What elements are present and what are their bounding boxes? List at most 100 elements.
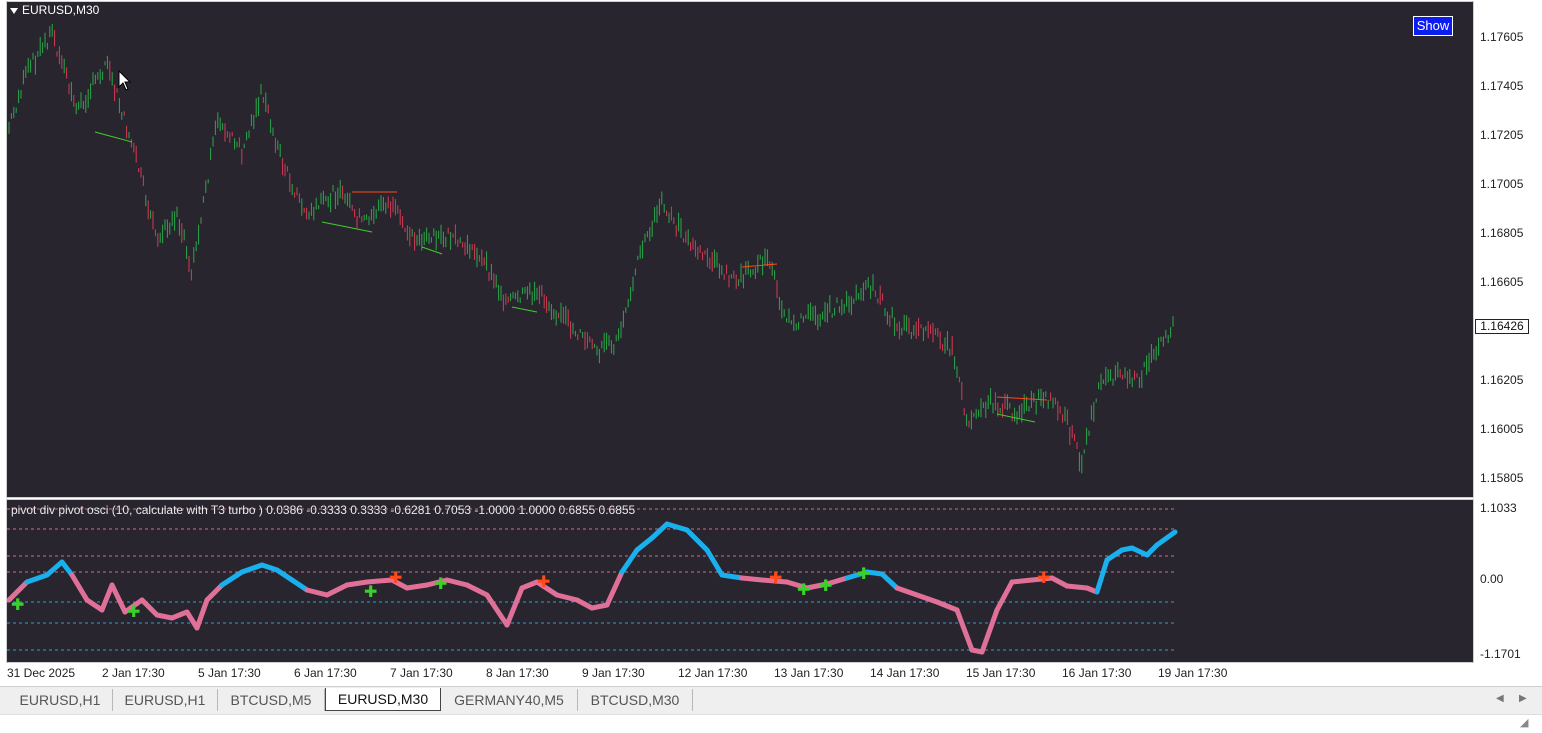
time-axis-label: 31 Dec 2025 (7, 666, 76, 680)
price-axis-label: 1.16005 (1480, 422, 1524, 436)
time-axis-label: 5 Jan 17:30 (198, 666, 261, 680)
oscillator-segment (684, 527, 710, 553)
oscillator-segment (139, 597, 160, 618)
signal-arrow-icon: ✚ (537, 572, 550, 591)
oscillator-segment (219, 569, 245, 588)
time-axis-label: 13 Jan 17:30 (774, 666, 844, 680)
tab-eurusd-m30[interactable]: EURUSD,M30 (325, 688, 441, 711)
oscillator-segment (704, 547, 725, 578)
oscillator-segment (99, 582, 115, 613)
oscillator-segment (994, 579, 1015, 613)
current-price-label: 1.16426 (1475, 319, 1529, 334)
indicator-label: pivot div pivot osci (10, calculate with… (11, 503, 636, 517)
oscillator-segment (484, 592, 510, 628)
oscillator-canvas: ✚ ✚ ✚ ✚ ✚ ✚ ✚ ✚ ✚ ✚ ✚ (7, 508, 1178, 655)
signal-arrow-icon: ✚ (389, 568, 402, 587)
time-axis-label: 19 Jan 17:30 (1158, 666, 1228, 680)
oscillator-segment (894, 585, 920, 598)
oscillator-segment (1154, 529, 1178, 548)
indicator-axis-label: 1.1033 (1480, 501, 1517, 515)
time-axis-label: 16 Jan 17:30 (1062, 666, 1132, 680)
price-axis-label: 1.17605 (1480, 30, 1524, 44)
show-button[interactable]: Show (1413, 16, 1453, 36)
time-axis-label: 12 Jan 17:30 (678, 666, 748, 680)
oscillator-segment (649, 521, 670, 541)
oscillator-segment (739, 575, 765, 583)
oscillator-segment (24, 572, 50, 585)
mouse-cursor-icon (118, 70, 132, 91)
signal-arrow-icon: ✚ (819, 576, 832, 595)
oscillator-segment (574, 597, 595, 611)
time-axis-label: 6 Jan 17:30 (294, 666, 357, 680)
oscillator-segment (634, 535, 655, 553)
signal-arrow-icon: ✚ (11, 595, 24, 614)
oscillator-segment (1064, 583, 1090, 591)
price-axis-label: 1.16805 (1480, 226, 1524, 240)
tab-btcusd-m5[interactable]: BTCUSD,M5 (218, 689, 325, 711)
signal-arrow-icon: ✚ (857, 564, 870, 583)
oscillator-segment (1094, 557, 1110, 595)
oscillator-segment (979, 607, 1000, 655)
oscillator-segment (464, 582, 490, 598)
tabs-scroll-left-icon[interactable]: ◀ (1496, 693, 1504, 704)
tabs-scroll-right-icon[interactable]: ▶ (1519, 693, 1527, 704)
price-axis-label: 1.17005 (1480, 177, 1524, 191)
price-axis-label: 1.17205 (1480, 128, 1524, 142)
signal-arrow-icon: ✚ (797, 580, 810, 599)
oscillator-segment (934, 599, 960, 613)
oscillator-segment (324, 582, 350, 598)
oscillator-segment (879, 571, 900, 591)
oscillator-segment (204, 582, 225, 603)
signal-arrow-icon: ✚ (769, 568, 782, 587)
status-strip (0, 714, 1542, 733)
divergence-line (421, 246, 443, 255)
price-axis-label: 1.15805 (1480, 471, 1524, 485)
time-axis-label: 7 Jan 17:30 (390, 666, 453, 680)
price-chart-pane[interactable] (6, 1, 1474, 498)
oscillator-segment (194, 597, 210, 631)
oscillator-pane[interactable]: ✚ ✚ ✚ ✚ ✚ ✚ ✚ ✚ ✚ ✚ ✚ (6, 499, 1474, 663)
price-chart-canvas (8, 23, 1174, 474)
oscillator-segment (1104, 547, 1125, 563)
signal-arrow-icon: ✚ (364, 582, 377, 601)
oscillator-segment (1009, 577, 1035, 585)
oscillator-segment (954, 607, 975, 653)
time-axis-label: 15 Jan 17:30 (966, 666, 1036, 680)
oscillator-segment (44, 559, 65, 578)
time-axis-label: 2 Jan 17:30 (102, 666, 165, 680)
indicator-axis-label: 0.00 (1480, 572, 1504, 586)
price-axis-label: 1.17405 (1480, 79, 1524, 93)
tab-eurusd-h1-2[interactable]: EURUSD,H1 (113, 689, 218, 711)
oscillator-segment (604, 569, 625, 608)
symbol-title[interactable]: EURUSD,M30 (10, 3, 99, 17)
resize-grip-icon[interactable]: ◢ (1520, 716, 1528, 729)
oscillator-segment (719, 572, 745, 581)
oscillator-segment (239, 562, 265, 575)
oscillator-segment (504, 585, 525, 628)
tab-eurusd-h1[interactable]: EURUSD,H1 (8, 689, 113, 711)
oscillator-segment (69, 572, 90, 603)
time-axis-label: 14 Jan 17:30 (870, 666, 940, 680)
signal-arrow-icon: ✚ (127, 602, 140, 621)
tab-btcusd-m30[interactable]: BTCUSD,M30 (578, 689, 693, 711)
collapse-triangle-icon (10, 7, 18, 14)
oscillator-segment (1049, 575, 1070, 589)
oscillator-segment (404, 582, 430, 591)
oscillator-segment (109, 582, 128, 615)
divergence-line (321, 221, 373, 233)
price-axis-label: 1.16605 (1480, 275, 1524, 289)
oscillator-segment (554, 592, 580, 603)
divergence-line (511, 306, 538, 313)
time-axis-label: 9 Jan 17:30 (582, 666, 645, 680)
oscillator-segment (444, 577, 470, 588)
tab-germany40-m5[interactable]: GERMANY40,M5 (441, 689, 578, 711)
price-axis-label: 1.16205 (1480, 373, 1524, 387)
oscillator-segment (914, 592, 940, 605)
oscillator-segment (304, 587, 330, 598)
signal-arrow-icon: ✚ (434, 574, 447, 593)
oscillator-segment (619, 547, 640, 575)
divergence-line (996, 413, 1036, 423)
signal-arrow-icon: ✚ (1037, 568, 1050, 587)
symbol-title-text: EURUSD,M30 (22, 3, 100, 17)
oscillator-segment (289, 577, 310, 593)
